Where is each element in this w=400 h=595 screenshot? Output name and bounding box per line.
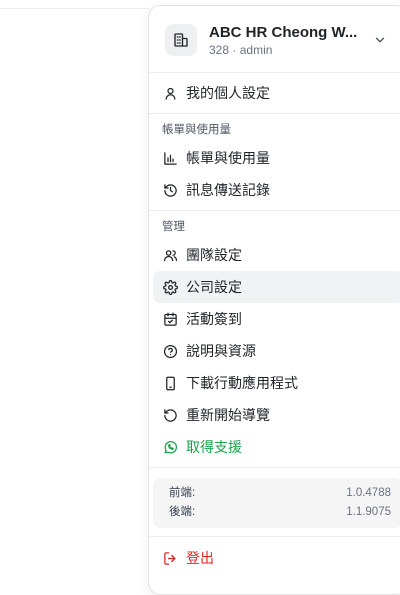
menu-item-label: 訊息傳送記錄 — [186, 182, 270, 198]
frontend-version-label: 前端: — [169, 487, 196, 499]
logout-section: 登出 — [149, 536, 400, 574]
menu-item-label: 重新開始導覽 — [186, 407, 270, 423]
calendar-check-icon — [162, 311, 178, 327]
bar-chart-icon — [162, 150, 178, 166]
profile-section: 我的個人設定 — [149, 73, 400, 114]
menu-item-profile[interactable]: 我的個人設定 — [153, 77, 400, 109]
org-name: ABC HR Cheong W... — [209, 24, 358, 41]
menu-item-company-settings[interactable]: 公司設定 — [153, 271, 400, 303]
backend-version-label: 後端: — [169, 506, 196, 518]
manage-section: 管理 團隊設定 公司設定 活動簽到 說明與資源 下載行動應用程式 重新開始導覽 … — [149, 211, 400, 468]
billing-section-title: 帳單與使用量 — [162, 124, 231, 136]
menu-item-logout[interactable]: 登出 — [153, 542, 400, 574]
menu-item-billing[interactable]: 帳單與使用量 — [153, 142, 400, 174]
frontend-version-row: 前端: 1.0.4788 — [169, 484, 391, 503]
org-switcher[interactable]: ABC HR Cheong W... 328 · admin — [149, 6, 400, 73]
menu-item-label: 說明與資源 — [186, 343, 256, 359]
building-icon — [165, 24, 197, 56]
manage-section-title: 管理 — [162, 221, 185, 233]
backend-version-value: 1.1.9075 — [346, 506, 391, 518]
frontend-version-value: 1.0.4788 — [346, 487, 391, 499]
user-icon — [162, 85, 178, 101]
backend-version-row: 後端: 1.1.9075 — [169, 503, 391, 522]
menu-item-label: 帳單與使用量 — [186, 150, 270, 166]
menu-item-label: 團隊設定 — [186, 247, 242, 263]
menu-item-label: 公司設定 — [186, 279, 242, 295]
menu-item-team-settings[interactable]: 團隊設定 — [153, 239, 400, 271]
account-dropdown-menu: ABC HR Cheong W... 328 · admin 我的個人設定 帳單… — [148, 5, 400, 595]
menu-item-restart-tour[interactable]: 重新開始導覽 — [153, 399, 400, 431]
menu-item-message-log[interactable]: 訊息傳送記錄 — [153, 174, 400, 206]
version-info: 前端: 1.0.4788 後端: 1.1.9075 — [153, 478, 400, 528]
billing-section: 帳單與使用量 帳單與使用量 訊息傳送記錄 — [149, 114, 400, 211]
smartphone-icon — [162, 375, 178, 391]
org-meta: 328 · admin — [209, 43, 272, 57]
background-divider — [0, 8, 150, 9]
help-circle-icon — [162, 343, 178, 359]
menu-item-label: 活動簽到 — [186, 311, 242, 327]
org-role: admin — [239, 43, 273, 57]
log-out-icon — [162, 550, 178, 566]
menu-item-label: 我的個人設定 — [186, 85, 270, 101]
menu-item-label: 登出 — [186, 550, 214, 566]
org-separator: · — [232, 43, 237, 57]
org-id: 328 — [209, 43, 230, 57]
menu-item-event-checkin[interactable]: 活動簽到 — [153, 303, 400, 335]
whatsapp-icon — [162, 439, 178, 455]
menu-item-download-app[interactable]: 下載行動應用程式 — [153, 367, 400, 399]
menu-item-get-support[interactable]: 取得支援 — [153, 431, 400, 463]
menu-item-help-resources[interactable]: 說明與資源 — [153, 335, 400, 367]
chevron-down-icon — [373, 33, 387, 47]
history-icon — [162, 182, 178, 198]
rotate-ccw-icon — [162, 407, 178, 423]
menu-item-label: 下載行動應用程式 — [186, 375, 298, 391]
gear-icon — [162, 279, 178, 295]
menu-item-label: 取得支援 — [186, 439, 242, 455]
users-icon — [162, 247, 178, 263]
